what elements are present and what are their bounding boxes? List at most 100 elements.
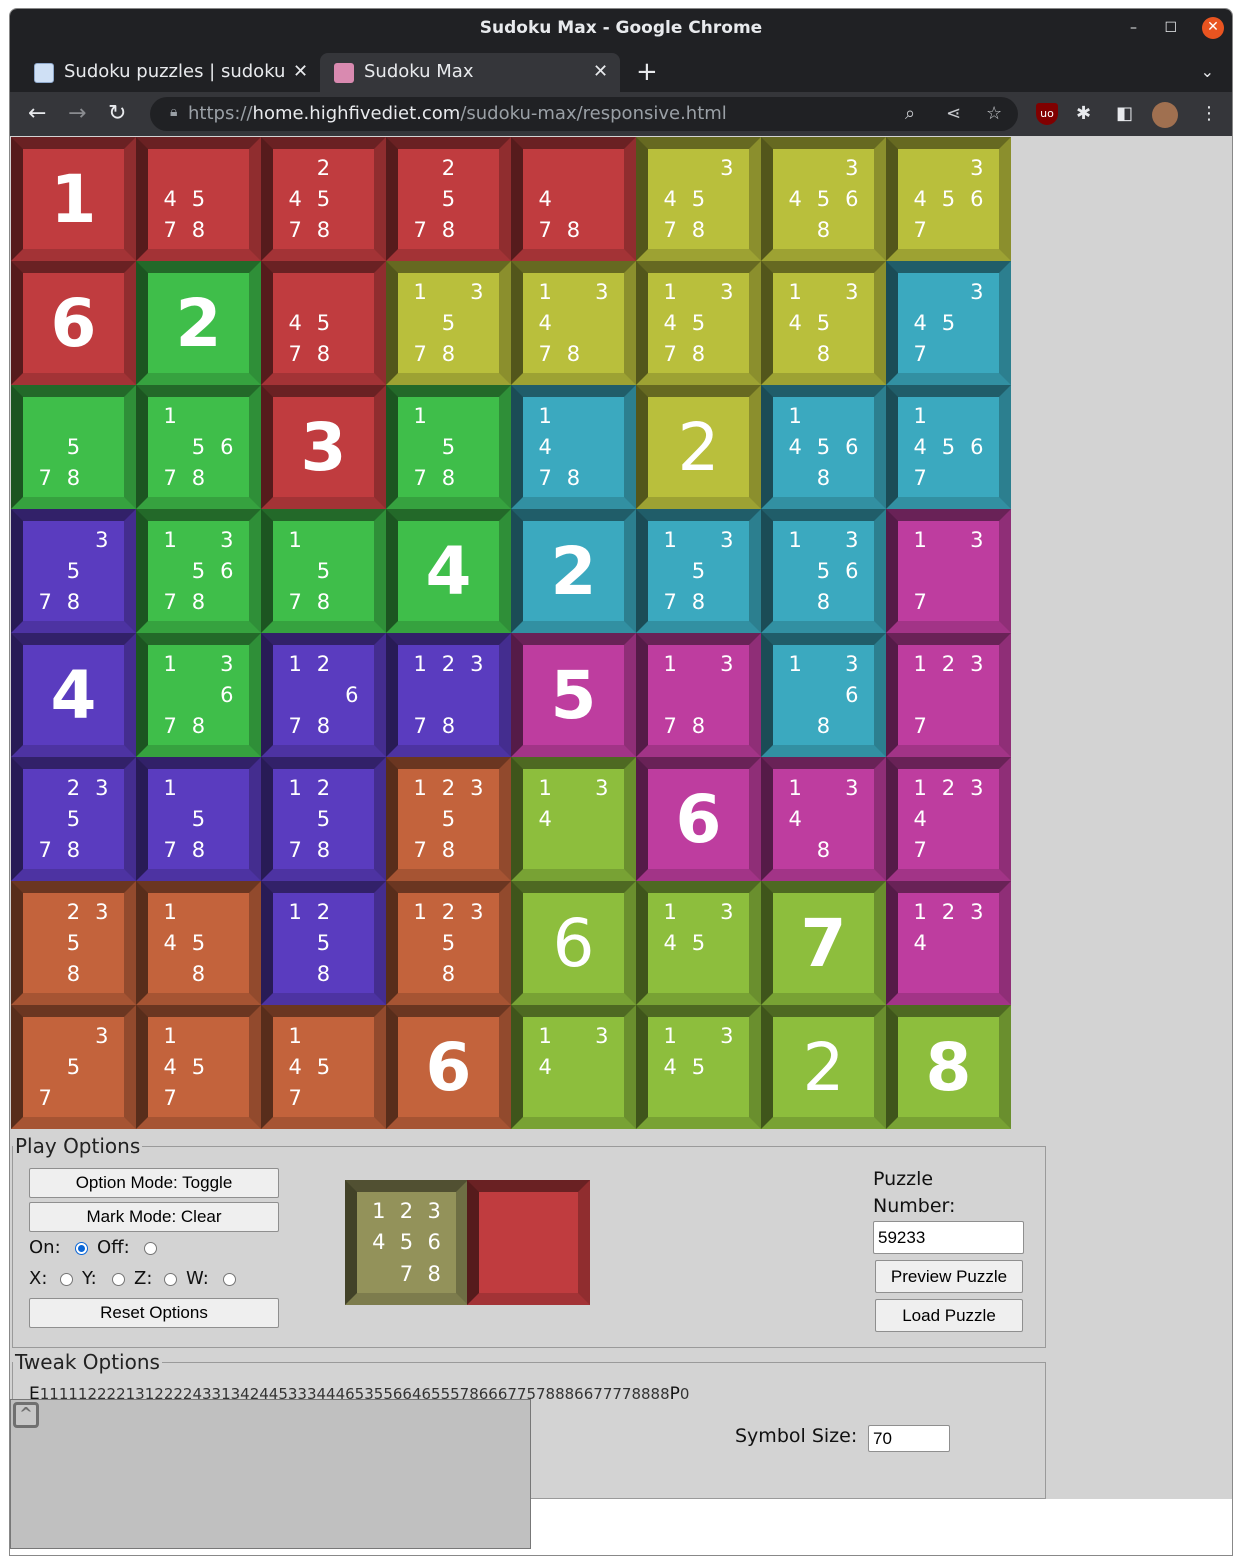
sudoku-cell[interactable]: 1 4568: [761, 385, 886, 509]
sudoku-cell[interactable]: 24578: [261, 137, 386, 261]
sudoku-cell[interactable]: 1 3 4578: [636, 261, 761, 385]
ublock-icon[interactable]: uo: [1036, 103, 1058, 125]
url-text[interactable]: https://home.highfivediet.com/sudoku-max…: [188, 97, 727, 131]
share-icon[interactable]: ⋖: [946, 97, 961, 131]
sudoku-cell[interactable]: 3 4578: [636, 137, 761, 261]
sudoku-cell[interactable]: 1 356 78: [136, 509, 261, 633]
maximize-button[interactable]: ☐: [1164, 9, 1177, 47]
sudoku-cell[interactable]: 1 457: [136, 1005, 261, 1129]
sudoku-cell[interactable]: 578: [11, 385, 136, 509]
sudoku-cell[interactable]: 1 3 78: [636, 633, 761, 757]
sudoku-cell[interactable]: 1 3 6 78: [136, 633, 261, 757]
sudoku-cell[interactable]: 6: [11, 261, 136, 385]
mark-preview[interactable]: 123 45678: [345, 1180, 590, 1305]
on-radio[interactable]: [75, 1242, 88, 1255]
new-tab-button[interactable]: +: [636, 55, 658, 89]
sudoku-cell[interactable]: 4: [386, 509, 511, 633]
tab-sudoku-puzzles[interactable]: Sudoku puzzles | sudoku & more ✕: [20, 53, 320, 92]
sudoku-cell[interactable]: 1 3 45: [636, 881, 761, 1005]
preview-notes-cell[interactable]: 123 45678: [345, 1180, 468, 1305]
load-puzzle-button[interactable]: Load Puzzle: [875, 1299, 1023, 1332]
puzzle-number-input[interactable]: [873, 1221, 1024, 1254]
sudoku-cell[interactable]: 123 4: [886, 881, 1011, 1005]
sudoku-cell[interactable]: 6: [636, 757, 761, 881]
minimize-button[interactable]: –: [1130, 9, 1137, 47]
expand-toggle-button[interactable]: ^: [13, 1402, 39, 1428]
sudoku-cell[interactable]: 1 3 4: [511, 757, 636, 881]
sudoku-cell[interactable]: 1 3 4: [511, 1005, 636, 1129]
tab-search-chevron-icon[interactable]: ⌄: [1201, 57, 1214, 87]
sudoku-cell[interactable]: 4578: [261, 261, 386, 385]
tab-sudoku-max[interactable]: Sudoku Max ✕: [320, 53, 620, 92]
sudoku-cell[interactable]: 1 3 7: [886, 509, 1011, 633]
sudoku-cell[interactable]: 1 45 8: [136, 881, 261, 1005]
sudoku-cell[interactable]: 1 3578: [636, 509, 761, 633]
sudoku-cell[interactable]: 2: [636, 385, 761, 509]
sudoku-cell[interactable]: 123 7: [886, 633, 1011, 757]
forward-arrow-icon[interactable]: →: [68, 92, 86, 136]
sudoku-cell[interactable]: 12 5 8: [261, 881, 386, 1005]
zoom-icon[interactable]: ⌕: [905, 97, 915, 131]
z-radio[interactable]: [164, 1273, 177, 1286]
sudoku-cell[interactable]: 235 8: [11, 881, 136, 1005]
sudoku-cell[interactable]: 123 78: [386, 633, 511, 757]
sudoku-cell[interactable]: 7: [761, 881, 886, 1005]
sudoku-cell[interactable]: 4578: [136, 137, 261, 261]
sudoku-cell[interactable]: 123 4 7: [886, 757, 1011, 881]
sudoku-cell[interactable]: 1 456 7: [886, 385, 1011, 509]
star-icon[interactable]: ☆: [986, 97, 1002, 131]
sudoku-cell[interactable]: 1 4 78: [511, 385, 636, 509]
sudoku-cell[interactable]: 1 3578: [386, 261, 511, 385]
sudoku-cell[interactable]: 12 578: [261, 757, 386, 881]
sudoku-cell[interactable]: 3578: [11, 509, 136, 633]
kebab-menu-icon[interactable]: ⋮: [1200, 92, 1218, 136]
off-radio[interactable]: [144, 1242, 157, 1255]
reset-options-button[interactable]: Reset Options: [29, 1298, 279, 1328]
sudoku-cell[interactable]: 6: [511, 881, 636, 1005]
sudoku-cell[interactable]: 8: [886, 1005, 1011, 1129]
sudoku-cell[interactable]: 4 78: [511, 137, 636, 261]
sudoku-cell[interactable]: 123578: [386, 757, 511, 881]
mark-mode-button[interactable]: Mark Mode: Clear: [29, 1202, 279, 1232]
y-radio[interactable]: [112, 1273, 125, 1286]
sudoku-cell[interactable]: 2: [136, 261, 261, 385]
w-radio[interactable]: [223, 1273, 236, 1286]
lock-icon[interactable]: 🔒︎: [170, 104, 177, 120]
preview-color-cell[interactable]: [467, 1180, 590, 1305]
sudoku-cell[interactable]: 6: [386, 1005, 511, 1129]
sudoku-cell[interactable]: 1 3 48: [761, 757, 886, 881]
sudoku-cell[interactable]: 1 3 4 78: [511, 261, 636, 385]
sudoku-cell[interactable]: 1 3 68: [761, 633, 886, 757]
sudoku-cell[interactable]: 3 456 7: [886, 137, 1011, 261]
puzzle-piece-icon[interactable]: ✱: [1076, 92, 1091, 136]
side-panel-icon[interactable]: ◧: [1116, 92, 1133, 136]
sudoku-cell[interactable]: 1 3 45: [636, 1005, 761, 1129]
sudoku-cell[interactable]: 2: [511, 509, 636, 633]
close-tab-icon[interactable]: ✕: [593, 53, 608, 91]
sudoku-cell[interactable]: 1 3 45 8: [761, 261, 886, 385]
sudoku-cell[interactable]: 3 4568: [761, 137, 886, 261]
preview-puzzle-button[interactable]: Preview Puzzle: [875, 1260, 1023, 1293]
sudoku-cell[interactable]: 1578: [386, 385, 511, 509]
sudoku-cell[interactable]: 1578: [136, 757, 261, 881]
sudoku-cell[interactable]: 3: [261, 385, 386, 509]
sudoku-cell[interactable]: 156 78: [136, 385, 261, 509]
x-radio[interactable]: [60, 1273, 73, 1286]
sudoku-cell[interactable]: 2 578: [386, 137, 511, 261]
close-tab-icon[interactable]: ✕: [293, 53, 308, 91]
sudoku-cell[interactable]: 1235 8: [386, 881, 511, 1005]
option-mode-button[interactable]: Option Mode: Toggle: [29, 1168, 279, 1198]
close-window-button[interactable]: ✕: [1202, 17, 1224, 39]
sudoku-cell[interactable]: 1 3568: [761, 509, 886, 633]
address-bar[interactable]: 🔒︎ https://home.highfivediet.com/sudoku-…: [150, 97, 1018, 131]
sudoku-cell[interactable]: 5: [511, 633, 636, 757]
sudoku-cell[interactable]: 126 78: [261, 633, 386, 757]
sudoku-cell[interactable]: 4: [11, 633, 136, 757]
sudoku-cell[interactable]: 2: [761, 1005, 886, 1129]
sudoku-cell[interactable]: 3 457: [886, 261, 1011, 385]
sudoku-cell[interactable]: 1578: [261, 509, 386, 633]
reload-icon[interactable]: ↻: [108, 92, 126, 136]
sudoku-cell[interactable]: 357: [11, 1005, 136, 1129]
sudoku-cell[interactable]: 1: [11, 137, 136, 261]
symbol-size-input[interactable]: [868, 1425, 950, 1452]
